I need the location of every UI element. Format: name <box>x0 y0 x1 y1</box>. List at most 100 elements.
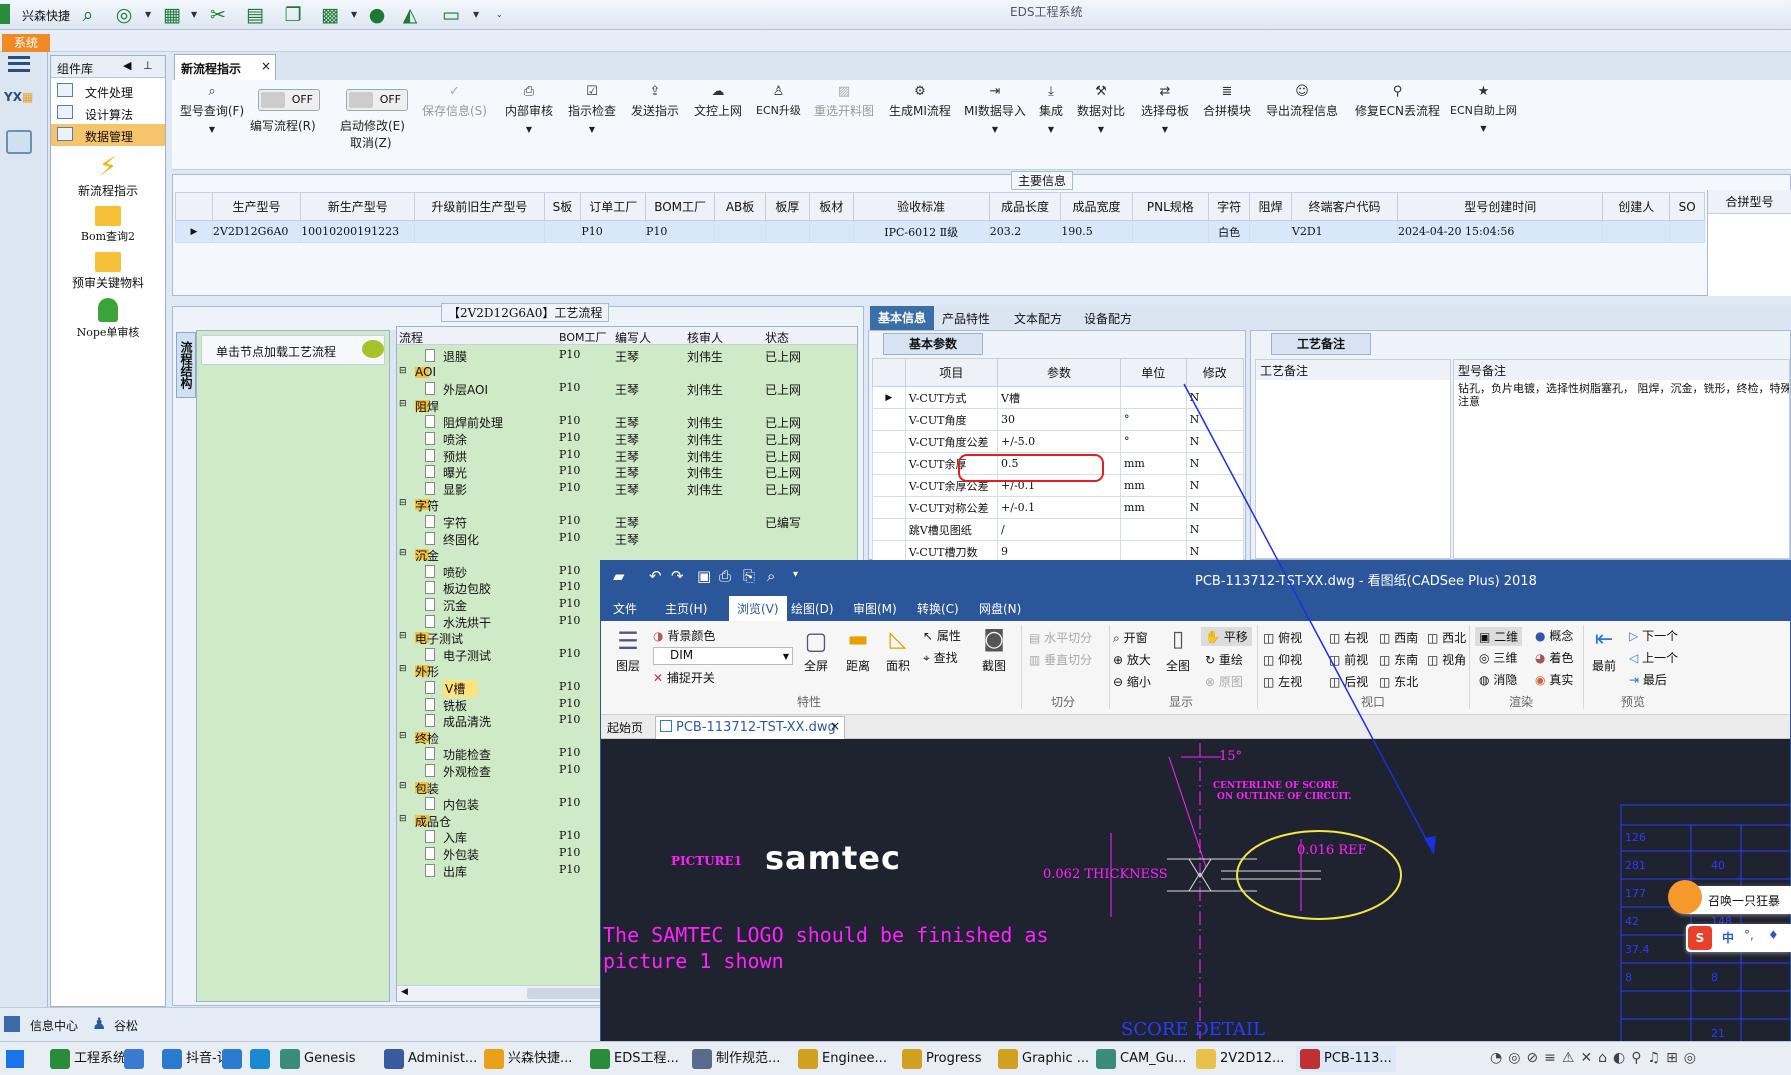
arrow-left-icon[interactable]: ◀ <box>123 59 131 72</box>
cell-unit[interactable] <box>1119 518 1187 541</box>
tab-text-recipe[interactable]: 文本配方 <box>1014 310 1062 327</box>
model-query-button[interactable]: ⌕ 型号查询(F) ▼ <box>178 84 246 134</box>
cell[interactable]: 2024-04-20 15:04:56 <box>1397 220 1604 243</box>
cell[interactable]: 白色 <box>1207 220 1251 243</box>
collapse-icon[interactable]: ⊟ <box>399 814 407 824</box>
cad-menu-item[interactable]: 绘图(D) <box>791 600 834 617</box>
cell-value[interactable]: 30 <box>997 408 1121 431</box>
item-prereview[interactable]: 预审关键物料 <box>51 250 165 292</box>
menu-icon[interactable] <box>8 56 30 72</box>
tab-flow-structure[interactable]: 流程结构 <box>176 332 196 398</box>
ime-toolbar[interactable]: S 中 °, ♦ <box>1686 924 1791 952</box>
col-header[interactable]: SO <box>1669 192 1705 221</box>
edge-icon[interactable] <box>250 1049 270 1069</box>
snap-toggle-button[interactable]: ✕ 捕捉开关 <box>653 669 715 686</box>
yx-logo-icon[interactable]: YX▦ <box>4 90 34 116</box>
collapse-icon[interactable]: ⊟ <box>399 366 407 376</box>
cell-unit[interactable]: mm <box>1119 452 1187 475</box>
tab-new-flow[interactable]: 新流程指示 × <box>174 54 276 80</box>
cell-unit[interactable] <box>1119 386 1187 409</box>
start-edit-toggle[interactable]: OFF <box>346 89 408 111</box>
cell[interactable] <box>1669 220 1705 243</box>
col-header[interactable]: 创建人 <box>1602 192 1671 221</box>
cell-unit[interactable]: mm <box>1119 496 1187 519</box>
batch-print-icon[interactable]: ⎘ <box>743 567 755 585</box>
taskbar-item[interactable]: PCB-113... <box>1296 1046 1396 1072</box>
cell[interactable]: P10 <box>644 220 716 243</box>
next-button[interactable]: ▷ 下一个 <box>1629 627 1678 644</box>
close-icon[interactable]: × <box>830 719 840 733</box>
cell[interactable] <box>764 220 810 243</box>
collapse-icon[interactable]: ⊟ <box>399 781 407 791</box>
col-header[interactable]: PNL规格 <box>1131 192 1209 221</box>
close-icon[interactable]: × <box>261 59 271 73</box>
render-concept-button[interactable]: ● 概念 <box>1535 627 1573 644</box>
cell[interactable] <box>714 220 766 243</box>
prev-button[interactable]: ◁ 上一个 <box>1629 649 1678 666</box>
cell-value[interactable]: V槽 <box>997 386 1121 409</box>
search-icon[interactable]: ⌕ <box>76 3 100 27</box>
cell[interactable]: IPC-6012 Ⅱ级 <box>852 220 990 243</box>
preview-icon[interactable]: ⌕ <box>767 567 775 585</box>
reselect-image-button[interactable]: ▨ 重选开料图 <box>814 84 874 119</box>
taskbar-item[interactable]: 制作规范... <box>692 1046 780 1072</box>
ime-mode[interactable]: 中 <box>1722 929 1734 946</box>
collapse-icon[interactable]: ⊟ <box>399 399 407 409</box>
cad-menu-item[interactable]: 审图(M) <box>853 600 897 617</box>
cell[interactable] <box>414 220 545 243</box>
taskbar-item[interactable]: Genesis <box>280 1046 355 1072</box>
user-icon[interactable]: ● <box>365 3 389 27</box>
ime-popup[interactable]: 召唤一只狂暴 <box>1668 880 1791 914</box>
save-info-button[interactable]: ✓ 保存信息(S) <box>422 84 487 119</box>
chevron-down-icon[interactable]: ▼ <box>145 10 151 19</box>
col-header[interactable]: 成品长度 <box>988 192 1062 221</box>
cell-value[interactable]: +/-0.1 <box>997 496 1121 519</box>
cell-value[interactable]: / <box>997 518 1121 541</box>
zoom-out-button[interactable]: ⊖ 缩小 <box>1113 673 1151 690</box>
taskbar-item[interactable]: 2V2D12... <box>1196 1046 1284 1072</box>
folder-open-icon[interactable]: ▰ <box>613 567 625 585</box>
last-button[interactable]: ⇥ 最后 <box>1629 671 1667 688</box>
system-tray-icons[interactable]: ◔◎⊘≡⚠✕⌂◐⚲♫⊞◎ <box>1490 1050 1790 1068</box>
tab-product-features[interactable]: 产品特性 <box>942 310 990 327</box>
collapse-icon[interactable]: ⊟ <box>399 631 407 641</box>
print-icon[interactable]: ⎙ <box>719 567 731 585</box>
render-real-button[interactable]: ◉ 真实 <box>1535 671 1573 688</box>
chevron-down-icon[interactable]: ▼ <box>473 10 479 19</box>
select-motherboard-button[interactable]: ⇄ 选择母板 ▼ <box>1141 84 1189 134</box>
col-header[interactable]: 字符 <box>1207 192 1251 221</box>
col-header[interactable]: S板 <box>543 192 582 221</box>
col-header[interactable]: 成品宽度 <box>1060 192 1133 221</box>
col-header[interactable]: 项目 <box>904 358 999 387</box>
cell[interactable] <box>808 220 854 243</box>
cell-item[interactable]: V-CUT角度公差 <box>904 430 999 453</box>
col-header[interactable]: 终端客户代码 <box>1290 192 1399 221</box>
cad-menu-item[interactable]: 网盘(N) <box>979 600 1021 617</box>
cell[interactable]: V2D1 <box>1290 220 1399 243</box>
film-icon[interactable]: ▤ <box>243 3 267 27</box>
h-cut-button[interactable]: ▤ 水平切分 <box>1029 629 1092 646</box>
cell-unit[interactable]: mm <box>1119 474 1187 497</box>
cell-item[interactable]: V-CUT对称公差 <box>904 496 999 519</box>
col-header[interactable]: 型号创建时间 <box>1397 192 1604 221</box>
item-new-flow[interactable]: ⚡ 新流程指示 <box>51 152 165 200</box>
first-button[interactable]: ⇤ 最前 <box>1589 627 1619 674</box>
v-cut-button[interactable]: ▥ 垂直切分 <box>1029 651 1092 668</box>
col-header[interactable]: 板厚 <box>764 192 810 221</box>
doc-online-button[interactable]: ☁ 文控上网 <box>694 84 742 119</box>
info-center[interactable]: 信息中心 <box>30 1017 78 1034</box>
instruction-check-button[interactable]: ☑ 指示检查 ▼ <box>568 84 616 134</box>
cell-item[interactable]: V-CUT方式 <box>904 386 999 409</box>
col-header[interactable]: 订单工厂 <box>580 192 646 221</box>
cell[interactable]: 10010200191223 <box>300 220 416 243</box>
windows-start-icon[interactable] <box>6 1050 24 1068</box>
distance-button[interactable]: ▬ 距离 <box>841 627 875 674</box>
attribute-button[interactable]: ↖ 属性 <box>923 627 961 644</box>
area-button[interactable]: ◺ 面积 <box>883 627 913 674</box>
taskbar-item[interactable]: CAM_Gu... <box>1096 1046 1186 1072</box>
col-header[interactable]: 升级前旧生产型号 <box>414 192 545 221</box>
fix-ecn-button[interactable]: ⚲ 修复ECN丢流程 <box>1355 84 1440 119</box>
col-header[interactable]: AB板 <box>714 192 766 221</box>
pin-icon[interactable]: ⊥ <box>143 59 153 72</box>
item-nope-review[interactable]: Nope单审核 <box>51 296 165 342</box>
